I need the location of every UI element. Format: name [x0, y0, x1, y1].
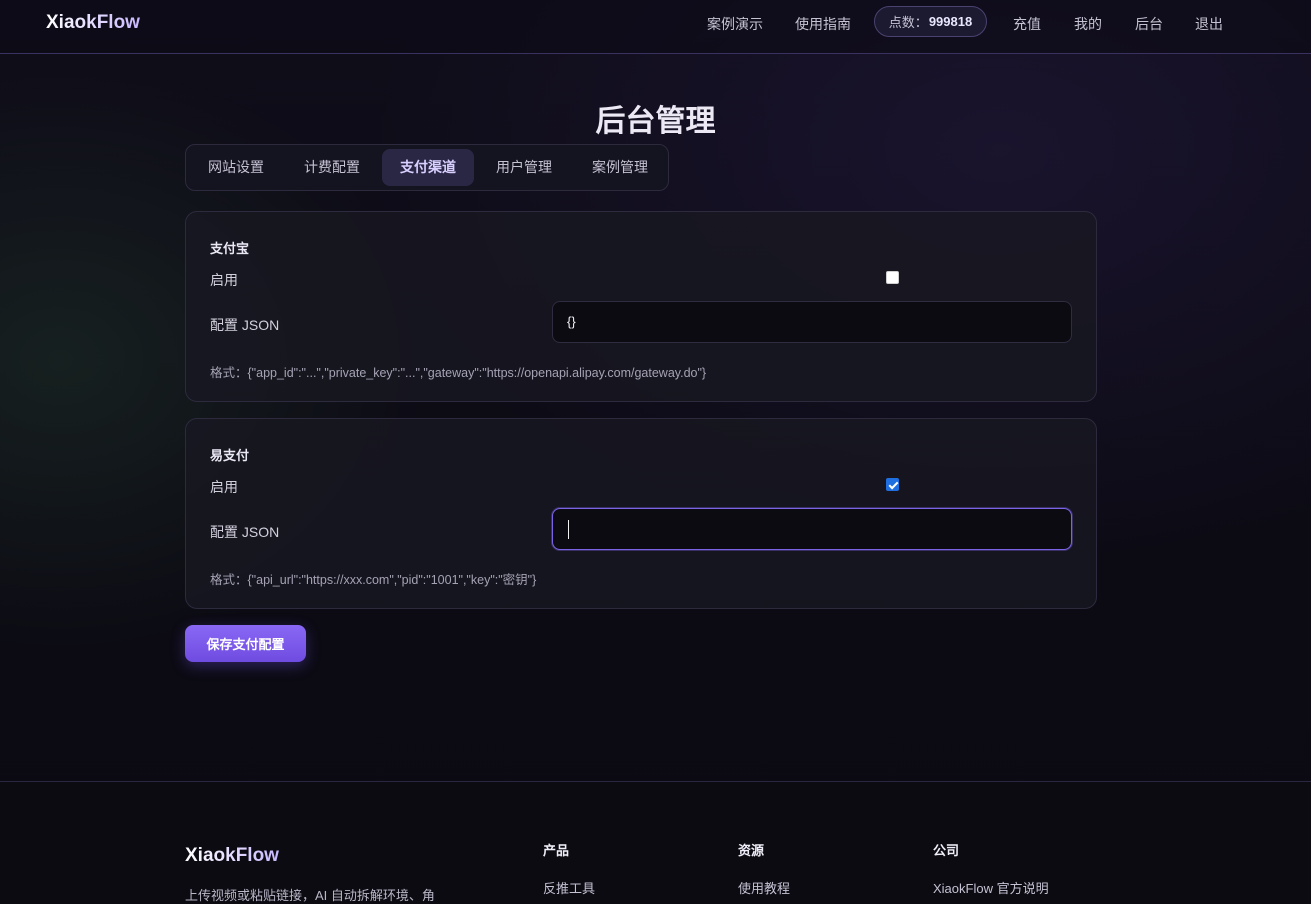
tab-billing-config[interactable]: 计费配置: [286, 149, 378, 186]
footer-link-tutorial[interactable]: 使用教程: [738, 878, 790, 897]
nav-mine-link[interactable]: 我的: [1074, 14, 1102, 34]
alipay-channel-card: 支付宝 启用 配置 JSON {} 格式：{"app_id":"...","pr…: [185, 211, 1097, 402]
alipay-config-label: 配置 JSON: [210, 317, 280, 333]
epay-enable-label: 启用: [210, 479, 238, 495]
nav-guide-link[interactable]: 使用指南: [795, 14, 851, 34]
footer-brand: XiaokFlow: [185, 845, 279, 866]
epay-channel-card: 易支付 启用 配置 JSON 格式：{"api_url":"https://xx…: [185, 418, 1097, 609]
epay-config-input[interactable]: [552, 508, 1072, 550]
alipay-config-input[interactable]: {}: [552, 301, 1072, 343]
tab-site-settings[interactable]: 网站设置: [190, 149, 282, 186]
nav-logout-link[interactable]: 退出: [1195, 14, 1223, 34]
alipay-title: 支付宝: [210, 241, 250, 256]
nav-admin-link[interactable]: 后台: [1135, 14, 1163, 34]
epay-config-label: 配置 JSON: [210, 524, 280, 540]
tab-case-management[interactable]: 案例管理: [574, 149, 666, 186]
epay-enable-checkbox[interactable]: [886, 478, 899, 491]
alipay-enable-label: 启用: [210, 272, 238, 288]
site-footer: XiaokFlow 上传视频或粘贴链接，AI 自动拆解环境、角 产品 反推工具 …: [0, 781, 1311, 904]
tab-payment-channels[interactable]: 支付渠道: [382, 149, 474, 186]
save-payment-config-button[interactable]: 保存支付配置: [185, 625, 306, 662]
epay-title: 易支付: [210, 448, 250, 463]
nav-recharge-link[interactable]: 充值: [1013, 14, 1041, 34]
alipay-enable-checkbox[interactable]: [886, 271, 899, 284]
points-badge: 点数： 999818: [874, 6, 987, 37]
tab-user-management[interactable]: 用户管理: [478, 149, 570, 186]
page-title: 后台管理: [595, 105, 716, 138]
footer-link-reverse-tool[interactable]: 反推工具: [543, 878, 595, 897]
points-value: 999818: [928, 14, 973, 29]
epay-format-hint: 格式：{"api_url":"https://xxx.com","pid":"1…: [210, 573, 537, 587]
nav-demo-link[interactable]: 案例演示: [707, 14, 763, 34]
footer-link-official-notes[interactable]: XiaokFlow 官方说明: [933, 878, 1049, 897]
footer-description: 上传视频或粘贴链接，AI 自动拆解环境、角: [185, 888, 435, 903]
footer-col-company-title: 公司: [933, 843, 960, 858]
brand-logo[interactable]: XiaokFlow: [46, 12, 140, 34]
text-caret: [568, 520, 569, 539]
admin-tabs: 网站设置 计费配置 支付渠道 用户管理 案例管理: [185, 144, 669, 191]
alipay-format-hint: 格式：{"app_id":"...","private_key":"...","…: [210, 366, 707, 380]
footer-col-product-title: 产品: [543, 843, 570, 858]
top-nav-bar: XiaokFlow 案例演示 使用指南 点数： 999818 充值 我的 后台 …: [0, 0, 1311, 54]
points-label: 点数：: [888, 15, 928, 30]
footer-col-resources-title: 资源: [738, 843, 765, 858]
